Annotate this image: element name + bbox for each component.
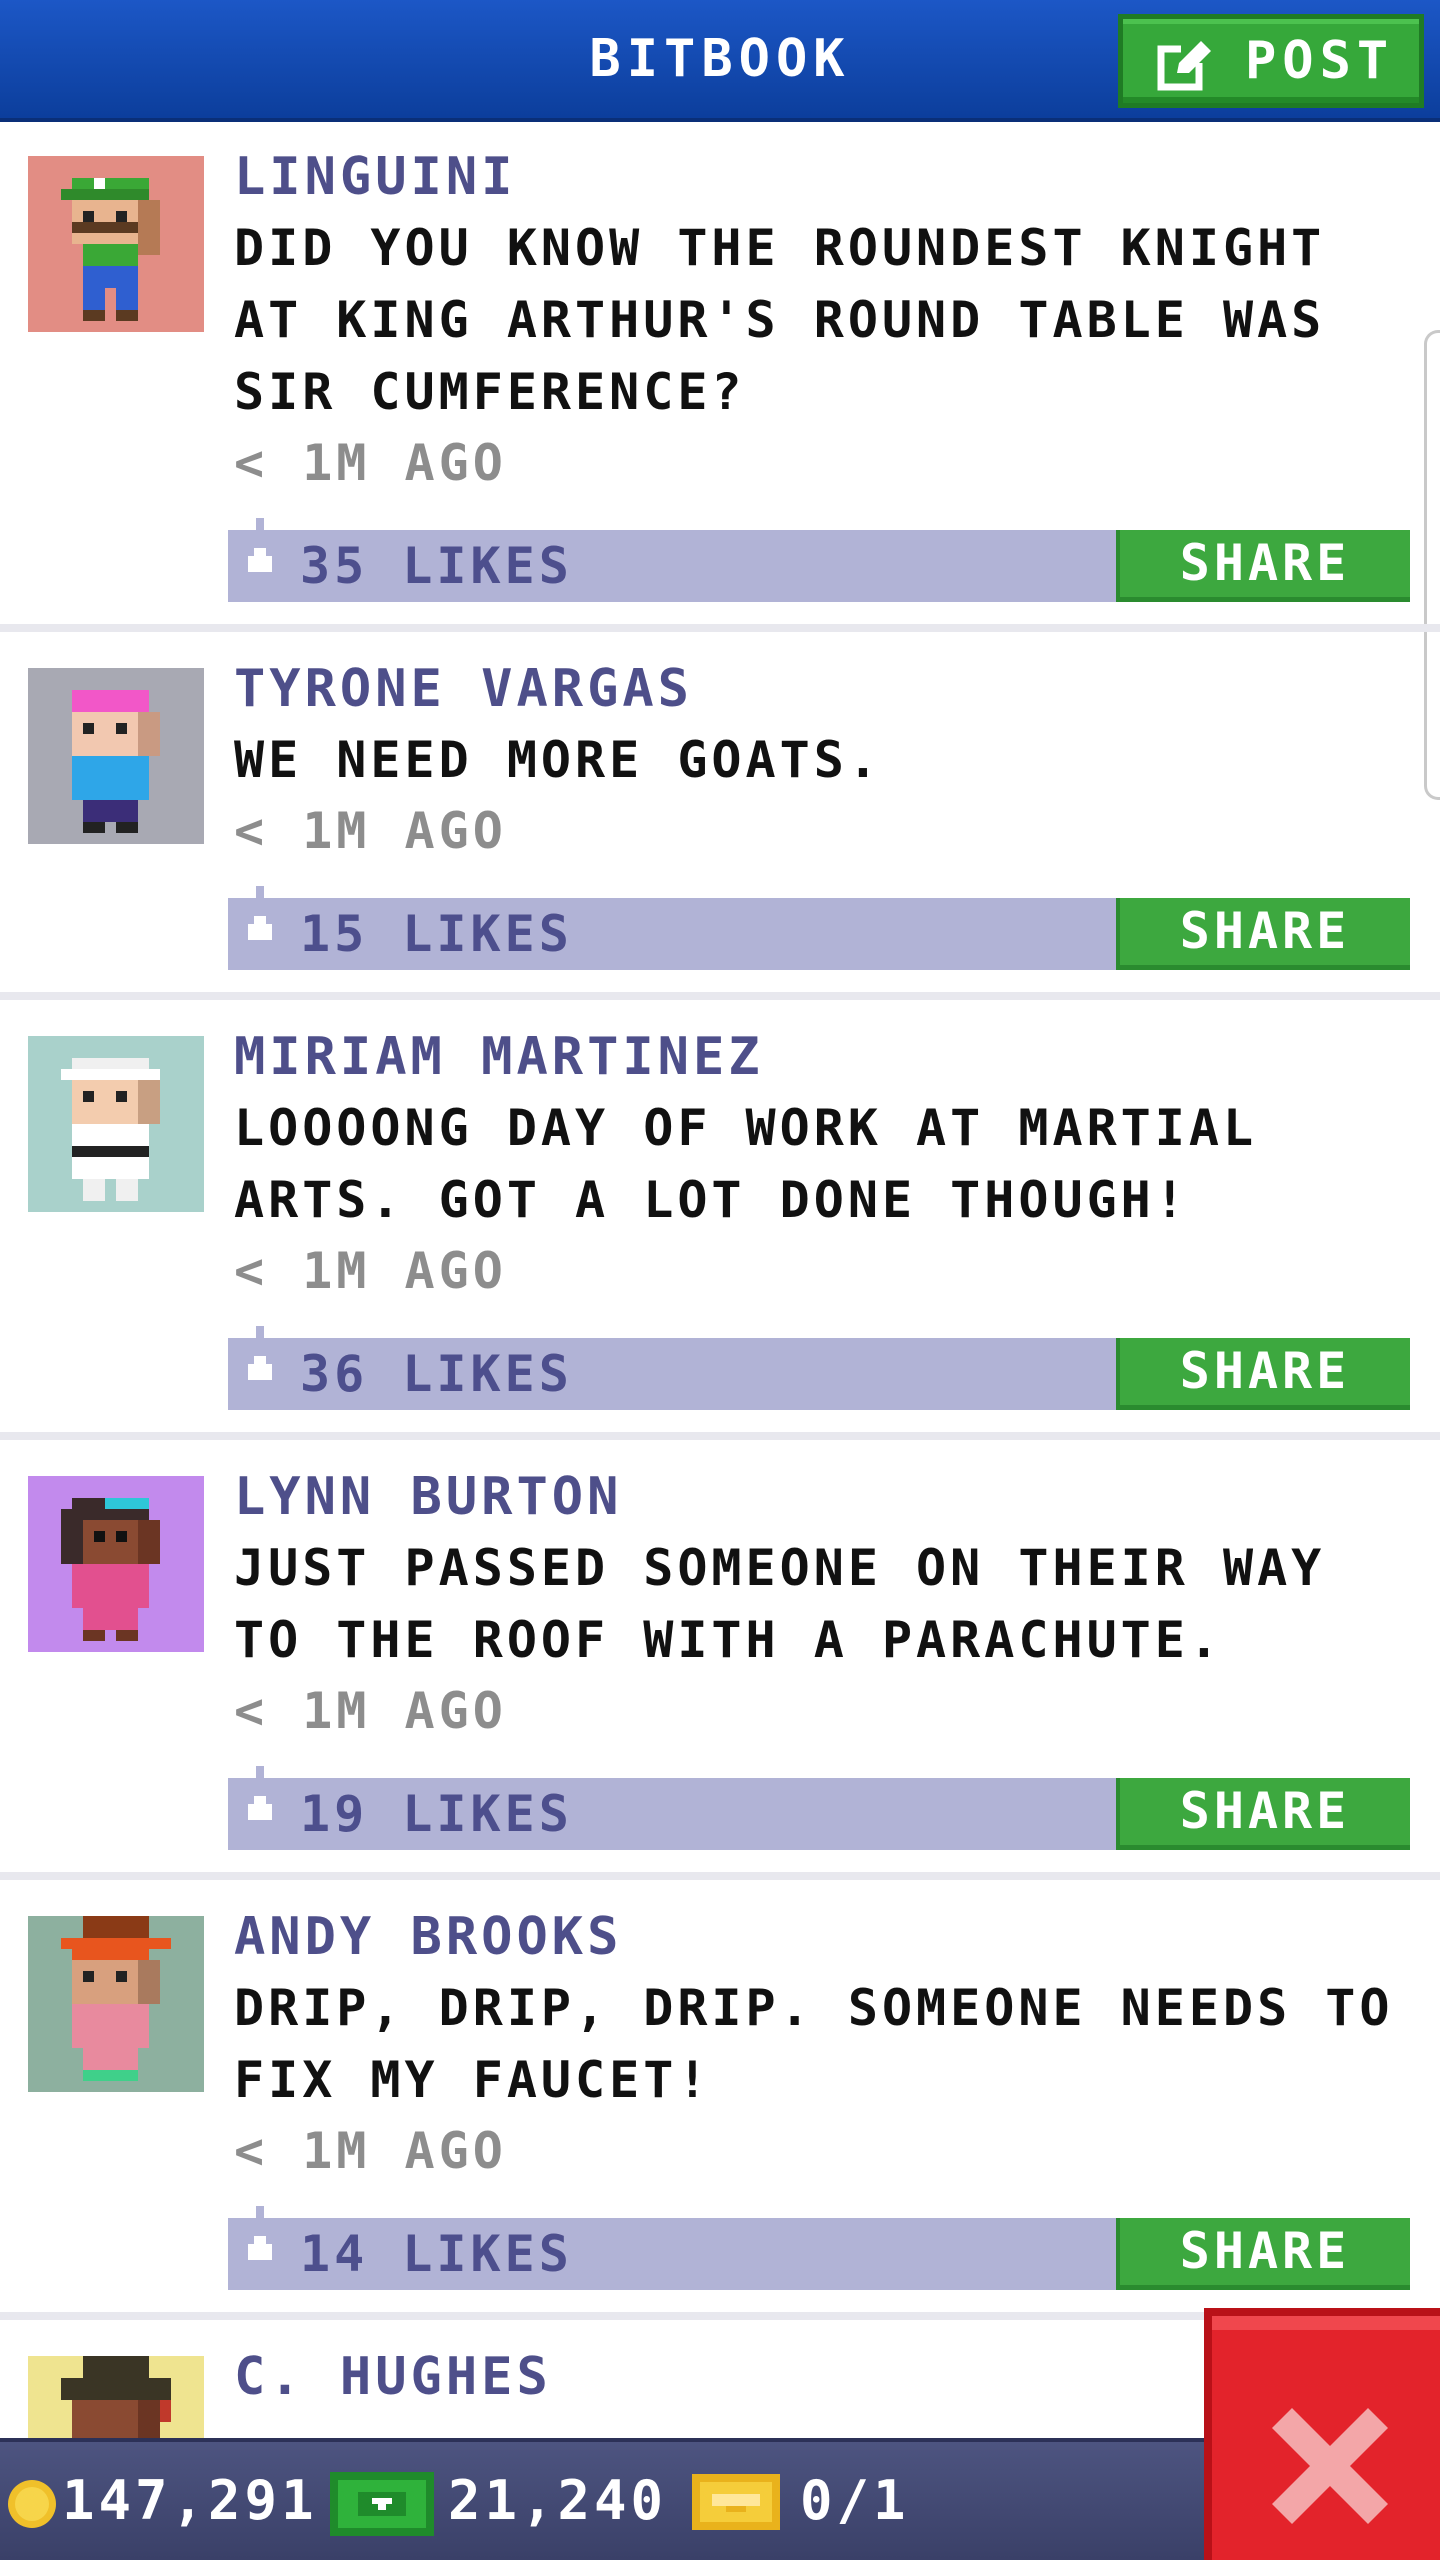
coins-count: 147,291	[62, 2469, 318, 2532]
post-author[interactable]: LYNN BURTON	[234, 1466, 622, 1528]
share-button[interactable]: SHARE	[1116, 1778, 1410, 1850]
divider	[0, 624, 1440, 632]
likes-count: 14 LIKES	[300, 2225, 573, 2283]
post-message: WE NEED MORE GOATS.	[234, 731, 882, 789]
post-timestamp: < 1M AGO	[234, 802, 507, 860]
tickets-count: 0/1	[800, 2469, 910, 2532]
likes-count: 36 LIKES	[300, 1345, 573, 1403]
post-button-label: POST	[1245, 31, 1395, 91]
post-timestamp: < 1M AGO	[234, 1682, 507, 1740]
golden-ticket-icon	[692, 2474, 780, 2530]
share-button[interactable]: SHARE	[1116, 530, 1410, 602]
scrollbar[interactable]	[1424, 330, 1440, 800]
post-button[interactable]: POST	[1118, 14, 1424, 108]
post-message: JUST PASSED SOMEONE ON THEIR WAY TO THE …	[234, 1539, 1326, 1669]
coin-icon	[8, 2480, 56, 2528]
thumbs-up-icon[interactable]	[240, 1760, 280, 1836]
post-author[interactable]: C. HUGHES	[234, 2346, 552, 2408]
post-timestamp: < 1M AGO	[234, 2122, 507, 2180]
likes-bar: 15 LIKES SHARE	[228, 880, 1410, 970]
likes-count: 19 LIKES	[300, 1785, 573, 1843]
post-author[interactable]: ANDY BROOKS	[234, 1906, 622, 1968]
bux-icon	[330, 2472, 434, 2536]
bux-count: 21,240	[448, 2469, 668, 2532]
post-author[interactable]: MIRIAM MARTINEZ	[234, 1026, 764, 1088]
app-header: BITBOOK POST	[0, 0, 1440, 122]
close-icon	[1272, 2408, 1388, 2524]
post-timestamp: < 1M AGO	[234, 434, 507, 492]
avatar[interactable]	[28, 1476, 204, 1652]
thumbs-up-icon[interactable]	[240, 880, 280, 956]
close-button[interactable]	[1204, 2308, 1440, 2560]
likes-bar: 19 LIKES SHARE	[228, 1760, 1410, 1850]
post-author[interactable]: TYRONE VARGAS	[234, 658, 693, 720]
share-button[interactable]: SHARE	[1116, 898, 1410, 970]
thumbs-up-icon[interactable]	[240, 1320, 280, 1396]
avatar[interactable]	[28, 1036, 204, 1212]
avatar[interactable]	[28, 1916, 204, 2092]
avatar[interactable]	[28, 156, 204, 332]
post-message: DRIP, DRIP, DRIP. SOMEONE NEEDS TO FIX M…	[234, 1979, 1394, 2109]
post-author[interactable]: LINGUINI	[234, 146, 516, 208]
thumbs-up-icon[interactable]	[240, 2200, 280, 2276]
likes-count: 15 LIKES	[300, 905, 573, 963]
share-button[interactable]: SHARE	[1116, 2218, 1410, 2290]
edit-icon	[1157, 41, 1211, 91]
avatar[interactable]	[28, 668, 204, 844]
divider	[0, 1872, 1440, 1880]
likes-bar: 14 LIKES SHARE	[228, 2200, 1410, 2290]
likes-bar: 35 LIKES SHARE	[228, 512, 1410, 602]
share-button[interactable]: SHARE	[1116, 1338, 1410, 1410]
post-message: LOOOONG DAY OF WORK AT MARTIAL ARTS. GOT…	[234, 1099, 1258, 1229]
likes-count: 35 LIKES	[300, 537, 573, 595]
likes-bar: 36 LIKES SHARE	[228, 1320, 1410, 1410]
divider	[0, 1432, 1440, 1440]
divider	[0, 992, 1440, 1000]
post-timestamp: < 1M AGO	[234, 1242, 507, 1300]
thumbs-up-icon[interactable]	[240, 512, 280, 588]
post-message: DID YOU KNOW THE ROUNDEST KNIGHT AT KING…	[234, 219, 1326, 421]
